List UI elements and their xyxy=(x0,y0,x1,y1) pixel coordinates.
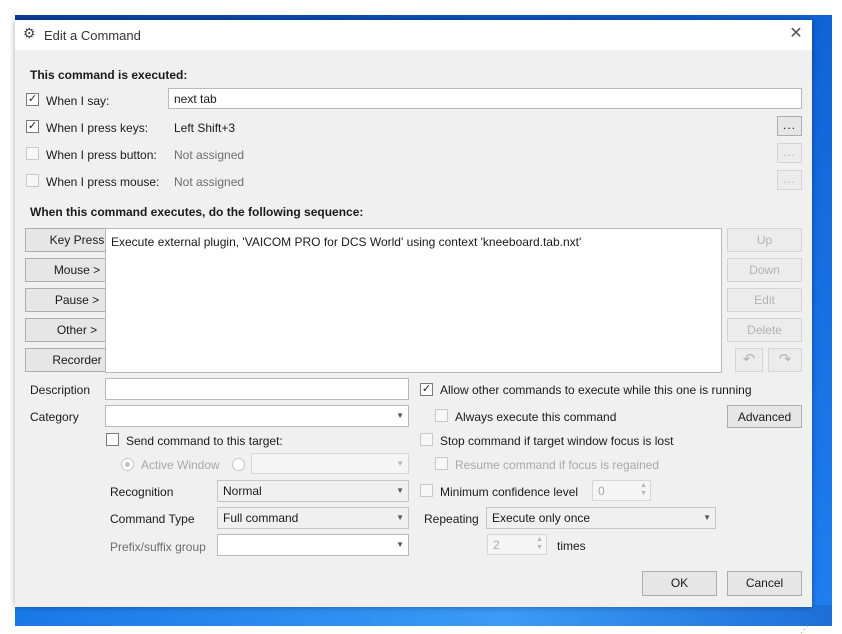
button-browse-button[interactable]: ... xyxy=(777,143,802,163)
taskbar-edge xyxy=(15,605,832,626)
ok-button[interactable]: OK xyxy=(642,571,717,596)
edit-command-dialog: ⚙ Edit a Command ✕ This command is execu… xyxy=(15,20,812,634)
min-confidence-spinner[interactable]: 0 ▲ ▼ xyxy=(592,480,651,501)
title-bar: ⚙ Edit a Command ✕ xyxy=(15,20,812,50)
active-window-label: Active Window xyxy=(141,458,220,472)
window-title: Edit a Command xyxy=(44,28,141,43)
when-i-say-input[interactable]: next tab xyxy=(168,88,802,109)
recognition-label: Recognition xyxy=(110,485,174,499)
stop-focus-label: Stop command if target window focus is l… xyxy=(440,434,674,448)
chevron-down-icon: ▼ xyxy=(396,486,404,495)
description-input[interactable] xyxy=(105,378,409,400)
min-confidence-value: 0 xyxy=(598,484,605,498)
undo-icon[interactable]: ↶ xyxy=(735,348,763,372)
target-select[interactable]: ▼ xyxy=(251,453,409,474)
mouse-browse-button[interactable]: ... xyxy=(777,170,802,190)
keys-value: Left Shift+3 xyxy=(174,121,236,135)
when-i-press-mouse-checkbox[interactable] xyxy=(26,174,39,187)
repeating-select[interactable]: Execute only once ▼ xyxy=(486,507,716,529)
keys-browse-button[interactable]: ... xyxy=(777,116,802,136)
redo-icon[interactable]: ↷ xyxy=(768,348,802,372)
prefix-suffix-label: Prefix/suffix group xyxy=(110,540,206,554)
action-sequence-list[interactable]: Execute external plugin, 'VAICOM PRO for… xyxy=(105,228,722,373)
resume-focus-label: Resume command if focus is regained xyxy=(455,458,660,472)
send-to-target-checkbox[interactable] xyxy=(106,433,119,446)
chevron-down-icon: ▼ xyxy=(396,411,404,420)
category-combobox[interactable]: ▼ xyxy=(105,405,409,427)
always-execute-checkbox[interactable] xyxy=(435,409,448,422)
when-i-press-keys-label: When I press keys: xyxy=(46,121,149,135)
recognition-value: Normal xyxy=(223,484,262,498)
when-i-press-button-label: When I press button: xyxy=(46,148,157,162)
list-item[interactable]: Execute external plugin, 'VAICOM PRO for… xyxy=(111,235,716,249)
category-label: Category xyxy=(30,410,79,424)
prefix-suffix-select[interactable]: ▼ xyxy=(217,534,409,556)
spinner-arrows-icon: ▲ ▼ xyxy=(536,536,543,551)
times-label: times xyxy=(557,539,586,553)
when-i-say-label: When I say: xyxy=(46,94,110,108)
min-confidence-checkbox[interactable] xyxy=(420,484,433,497)
triggers-heading: This command is executed: xyxy=(30,68,188,82)
when-i-press-keys-checkbox[interactable]: ✓ xyxy=(26,120,39,133)
down-button[interactable]: Down xyxy=(727,258,802,282)
repeating-label: Repeating xyxy=(424,512,479,526)
chevron-down-icon: ▼ xyxy=(396,459,404,468)
close-button[interactable]: ✕ xyxy=(785,23,807,45)
allow-other-checkbox[interactable]: ✓ xyxy=(420,383,433,396)
delete-button[interactable]: Delete xyxy=(727,318,802,342)
times-value: 2 xyxy=(493,538,500,552)
command-type-value: Full command xyxy=(223,511,299,525)
allow-other-label: Allow other commands to execute while th… xyxy=(440,383,752,397)
sequence-heading: When this command executes, do the follo… xyxy=(30,205,364,219)
resize-grip-icon[interactable]: ⋰ xyxy=(800,625,809,634)
edit-button[interactable]: Edit xyxy=(727,288,802,312)
cancel-button[interactable]: Cancel xyxy=(727,571,802,596)
always-execute-label: Always execute this command xyxy=(455,410,617,424)
when-i-press-mouse-label: When I press mouse: xyxy=(46,175,160,189)
send-to-target-label: Send command to this target: xyxy=(126,434,283,448)
dialog-content: This command is executed: ✓ When I say: … xyxy=(15,50,812,634)
target-radio[interactable] xyxy=(232,458,245,471)
when-i-say-checkbox[interactable]: ✓ xyxy=(26,93,39,106)
recognition-select[interactable]: Normal ▼ xyxy=(217,480,409,502)
button-value: Not assigned xyxy=(174,148,245,162)
up-button[interactable]: Up xyxy=(727,228,802,252)
chevron-down-icon: ▼ xyxy=(396,513,404,522)
chevron-down-icon: ▼ xyxy=(396,540,404,549)
resume-focus-checkbox[interactable] xyxy=(435,457,448,470)
description-label: Description xyxy=(30,383,91,397)
gear-icon: ⚙ xyxy=(23,25,36,41)
repeating-value: Execute only once xyxy=(492,511,591,525)
command-type-label: Command Type xyxy=(110,512,195,526)
chevron-down-icon: ▼ xyxy=(703,513,711,522)
advanced-button[interactable]: Advanced xyxy=(727,405,802,428)
command-type-select[interactable]: Full command ▼ xyxy=(217,507,409,529)
min-confidence-label: Minimum confidence level xyxy=(440,485,579,499)
when-i-press-button-checkbox[interactable] xyxy=(26,147,39,160)
mouse-value: Not assigned xyxy=(174,175,245,189)
spinner-arrows-icon: ▲ ▼ xyxy=(640,482,647,497)
stop-focus-checkbox[interactable] xyxy=(420,433,433,446)
times-spinner[interactable]: 2 ▲ ▼ xyxy=(487,534,547,555)
active-window-radio[interactable] xyxy=(121,458,134,471)
